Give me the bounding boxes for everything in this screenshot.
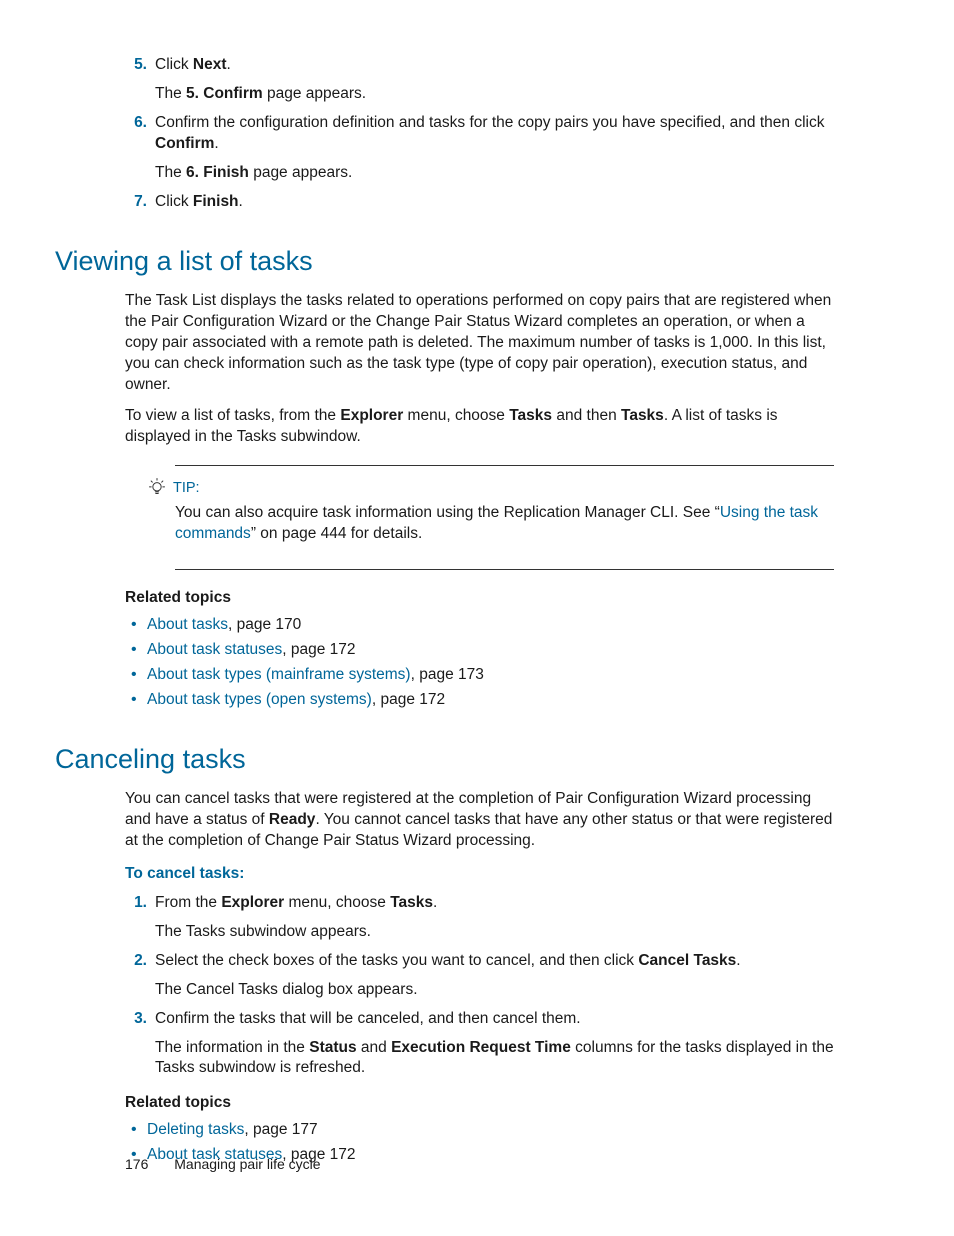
procedure-step: 2. Select the check boxes of the tasks yo… xyxy=(125,951,834,1001)
related-topic-item: About task statuses, page 172 xyxy=(125,640,834,661)
tip-label: TIP: xyxy=(173,480,200,496)
step-text: From the Explorer menu, choose Tasks. xyxy=(155,893,834,914)
tip-callout: TIP: You can also acquire task informati… xyxy=(175,465,834,570)
procedure-step: 1. From the Explorer menu, choose Tasks. T… xyxy=(125,893,834,943)
step-number: 1. xyxy=(125,893,147,914)
procedure-heading: To cancel tasks: xyxy=(125,864,834,885)
cross-reference-link[interactable]: About task types (mainframe systems) xyxy=(147,666,411,683)
step-text: Click Next. xyxy=(155,55,834,76)
heading-canceling-tasks: Canceling tasks xyxy=(55,741,834,777)
step-number: 7. xyxy=(125,192,147,213)
cross-reference-link[interactable]: About task statuses xyxy=(147,641,282,658)
procedure-step: 3. Confirm the tasks that will be cancele… xyxy=(125,1009,834,1080)
related-topics-heading: Related topics xyxy=(125,588,834,609)
related-topic-item: About task types (mainframe systems), pa… xyxy=(125,665,834,686)
page-footer: 176 Managing pair life cycle xyxy=(125,1155,321,1174)
step-number: 5. xyxy=(125,55,147,76)
step-text: The 6. Finish page appears. xyxy=(155,163,834,184)
step-text: Confirm the tasks that will be canceled,… xyxy=(155,1009,834,1030)
body-paragraph: The Task List displays the tasks related… xyxy=(125,291,834,396)
cross-reference-link[interactable]: About task types (open systems) xyxy=(147,691,372,708)
heading-viewing-tasks: Viewing a list of tasks xyxy=(55,243,834,279)
step-text: The Tasks subwindow appears. xyxy=(155,922,834,943)
tip-text: You can also acquire task information us… xyxy=(175,503,834,545)
procedure-step: 7. Click Finish. xyxy=(125,192,834,213)
procedure-step: 5. Click Next. The 5. Confirm page appears… xyxy=(125,55,834,105)
procedure-step: 6. Confirm the configuration definition a… xyxy=(125,113,834,184)
related-topic-item: Deleting tasks, page 177 xyxy=(125,1120,834,1141)
step-text: Select the check boxes of the tasks you … xyxy=(155,951,834,972)
step-number: 6. xyxy=(125,113,147,134)
chapter-title: Managing pair life cycle xyxy=(174,1156,320,1172)
related-topic-item: About task types (open systems), page 17… xyxy=(125,690,834,711)
step-text: The Cancel Tasks dialog box appears. xyxy=(155,980,834,1001)
cross-reference-link[interactable]: Using the task commands xyxy=(175,504,818,542)
step-number: 3. xyxy=(125,1009,147,1030)
cancel-procedure-steps: 1. From the Explorer menu, choose Tasks. T… xyxy=(125,893,834,1079)
related-topics-list: About tasks, page 170 About task statuses… xyxy=(125,615,834,711)
section-canceling-body: You can cancel tasks that were registere… xyxy=(125,789,834,1166)
document-page: 5. Click Next. The 5. Confirm page appears… xyxy=(0,0,954,1236)
step-text: The 5. Confirm page appears. xyxy=(155,84,834,105)
step-number: 2. xyxy=(125,951,147,972)
tip-icon xyxy=(147,476,169,498)
section-viewing-body: The Task List displays the tasks related… xyxy=(125,291,834,711)
related-topics-heading: Related topics xyxy=(125,1093,834,1114)
body-paragraph: You can cancel tasks that were registere… xyxy=(125,789,834,852)
page-number: 176 xyxy=(125,1156,148,1172)
prior-procedure-steps: 5. Click Next. The 5. Confirm page appears… xyxy=(125,55,834,213)
cross-reference-link[interactable]: About tasks xyxy=(147,616,228,633)
related-topic-item: About tasks, page 170 xyxy=(125,615,834,636)
step-text: Click Finish. xyxy=(155,192,834,213)
step-text: Confirm the configuration definition and… xyxy=(155,113,834,155)
body-paragraph: To view a list of tasks, from the Explor… xyxy=(125,406,834,448)
step-text: The information in the Status and Execut… xyxy=(155,1038,834,1080)
cross-reference-link[interactable]: Deleting tasks xyxy=(147,1121,244,1138)
